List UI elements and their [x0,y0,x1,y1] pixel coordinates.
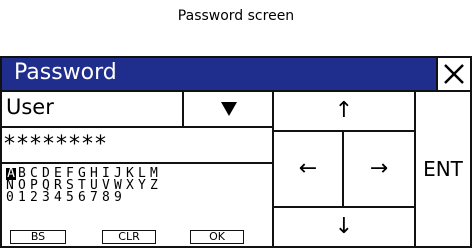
page-caption: Password screen [177,8,295,24]
keyboard-key[interactable]: 4 [54,191,66,204]
navigation-pad: ↑ ← → ↓ [272,90,416,248]
right-button[interactable]: → [344,132,414,208]
title-bar: Password [0,56,438,92]
enter-label: ENT [423,157,463,181]
input-panel: User ******** ABCDEFGHIJKLMNOPQRSTUVWXYZ… [0,90,274,248]
arrow-up-icon: ↑ [334,98,354,123]
keyboard-key[interactable]: 2 [30,191,42,204]
close-button[interactable] [436,56,472,92]
keyboard-key[interactable]: 7 [90,191,102,204]
user-value: User [6,95,54,119]
keyboard-key[interactable]: Z [150,179,162,192]
keyboard-key[interactable]: Y [138,179,150,192]
password-value: ******** [4,132,108,157]
clear-button[interactable]: CLR [102,230,156,244]
password-field[interactable]: ******** [2,128,272,164]
up-button[interactable]: ↑ [274,92,414,132]
keyboard-key[interactable]: 8 [102,191,114,204]
ok-button[interactable]: OK [190,230,244,244]
keyboard-key[interactable]: 5 [66,191,78,204]
on-screen-keyboard: ABCDEFGHIJKLMNOPQRSTUVWXYZ0123456789 [6,167,268,204]
arrow-down-icon: ↓ [334,214,354,239]
window-title: Password [14,60,117,85]
keyboard-key[interactable]: X [126,179,138,192]
backspace-button[interactable]: BS [10,230,66,244]
keyboard-key[interactable]: 9 [114,191,126,204]
keyboard-key[interactable]: 0 [6,191,18,204]
password-window: Password User ******** ABCDEFGHIJKLMNOPQ… [0,56,472,248]
triangle-down-icon [221,102,237,116]
keyboard-key[interactable]: 6 [78,191,90,204]
keyboard-key[interactable]: 3 [42,191,54,204]
user-select[interactable]: User [2,92,272,128]
close-x-icon [444,64,464,84]
enter-button[interactable]: ENT [414,90,472,248]
keyboard-key[interactable]: 1 [18,191,30,204]
arrow-right-icon: → [369,156,389,181]
left-button[interactable]: ← [274,132,344,208]
dropdown-button[interactable] [182,92,274,126]
arrow-left-icon: ← [298,156,318,181]
down-button[interactable]: ↓ [274,208,414,246]
keyboard-row: 0123456789 [6,191,268,204]
